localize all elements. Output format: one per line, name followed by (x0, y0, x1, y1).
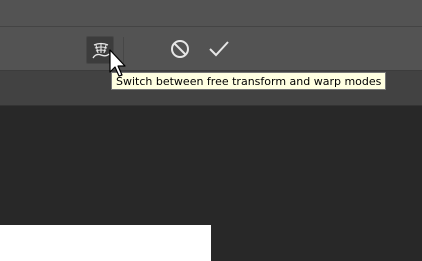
photoshop-window: Switch between free transform and warp m… (0, 0, 422, 261)
commit-transform-button[interactable] (207, 38, 231, 60)
cancel-transform-button[interactable] (169, 38, 191, 60)
warp-mode-tooltip: Switch between free transform and warp m… (111, 72, 387, 90)
document-canvas[interactable] (0, 225, 211, 261)
mouse-pointer-icon (109, 49, 126, 77)
cancel-transform-icon (171, 40, 189, 58)
commit-transform-icon (209, 41, 229, 57)
menu-strip (0, 0, 422, 27)
